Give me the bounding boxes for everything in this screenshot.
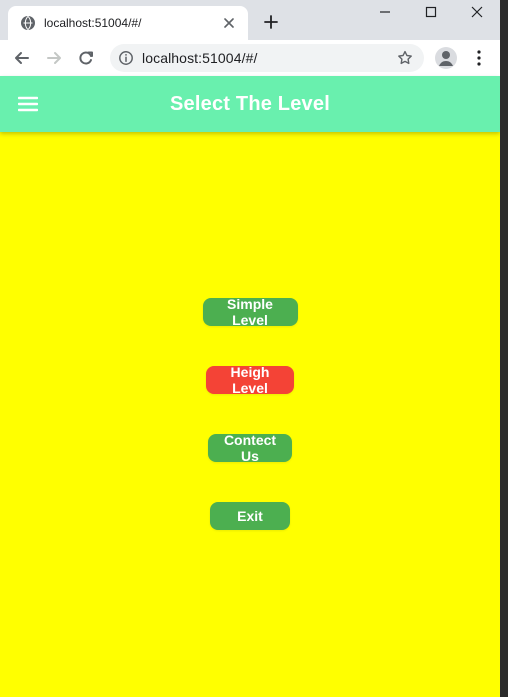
- kebab-icon: [477, 50, 481, 66]
- browser-window: localhost:51004/#/ localhost:51004/#/ Se…: [0, 0, 500, 697]
- refresh-icon: [79, 51, 93, 65]
- heigh-level-button[interactable]: Heigh Level: [206, 364, 294, 396]
- globe-icon: [20, 15, 36, 31]
- app-viewport: Select The Level Simple Level Heigh Leve…: [0, 76, 500, 697]
- star-icon[interactable]: [396, 49, 414, 67]
- reload-button[interactable]: [74, 46, 98, 70]
- avatar[interactable]: [435, 47, 457, 69]
- browser-toolbar: localhost:51004/#/: [0, 40, 500, 77]
- address-bar[interactable]: localhost:51004/#/: [110, 44, 424, 72]
- page-title: Select The Level: [170, 92, 330, 115]
- browser-tab[interactable]: localhost:51004/#/: [8, 6, 248, 40]
- minimize-button[interactable]: [362, 0, 408, 24]
- back-button[interactable]: [10, 46, 34, 70]
- exit-button[interactable]: Exit: [210, 502, 290, 530]
- simple-level-button[interactable]: Simple Level: [202, 296, 298, 328]
- level-menu: Simple Level Heigh Level Contect Us Exit: [0, 296, 500, 530]
- tab-title: localhost:51004/#/: [44, 16, 142, 30]
- background-editor-strip: [500, 0, 508, 697]
- browser-menu-button[interactable]: [468, 47, 490, 69]
- x-icon: [471, 6, 483, 18]
- avatar-icon: [439, 51, 453, 66]
- app-bar: Select The Level: [0, 76, 500, 132]
- forward-button[interactable]: [42, 46, 66, 70]
- tab-strip: localhost:51004/#/: [0, 0, 500, 40]
- window-close-button[interactable]: [454, 0, 500, 24]
- minimize-icon: [380, 11, 390, 13]
- info-icon[interactable]: [118, 50, 134, 66]
- arrow-right-icon: [47, 52, 61, 64]
- maximize-icon: [425, 6, 437, 18]
- new-tab-button[interactable]: [259, 10, 283, 34]
- close-icon[interactable]: [220, 14, 238, 32]
- arrow-left-icon: [15, 52, 29, 64]
- address-text[interactable]: localhost:51004/#/: [142, 50, 396, 66]
- contect-us-button[interactable]: Contect Us: [208, 432, 292, 464]
- maximize-button[interactable]: [408, 0, 454, 24]
- window-controls: [362, 0, 500, 24]
